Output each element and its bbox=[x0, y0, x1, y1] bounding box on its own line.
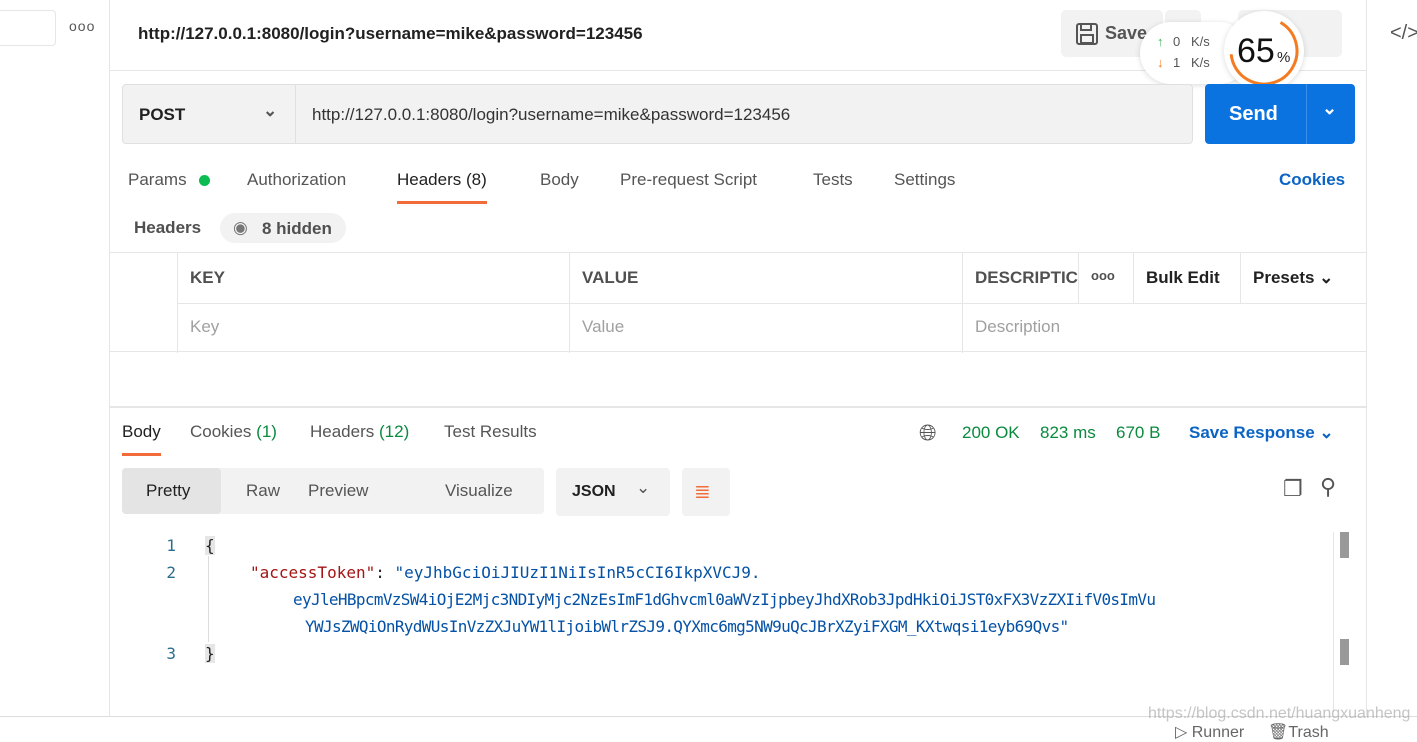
params-status-dot bbox=[199, 175, 210, 186]
trash-button[interactable]: 🗑︎Trash bbox=[1268, 722, 1329, 742]
description-input[interactable]: Description bbox=[962, 303, 1366, 353]
save-response-button[interactable]: Save Response ⌄ bbox=[1189, 423, 1334, 443]
colon: : bbox=[375, 563, 395, 582]
code-icon[interactable]: </> bbox=[1390, 22, 1417, 45]
hidden-count: 8 hidden bbox=[262, 219, 332, 238]
copy-icon[interactable]: ❐ bbox=[1283, 476, 1303, 502]
download-unit: K/s bbox=[1191, 55, 1210, 70]
column-key: KEY bbox=[177, 253, 569, 303]
scroll-track bbox=[1333, 532, 1334, 712]
line-number: 3 bbox=[166, 644, 176, 663]
upload-speed: 0 bbox=[1173, 34, 1181, 49]
eye-icon: ◉ bbox=[233, 218, 248, 237]
chevron-down-icon: ⌄ bbox=[1319, 268, 1334, 287]
tab-settings[interactable]: Settings bbox=[894, 170, 955, 190]
runner-button[interactable]: ▷ Runner bbox=[1175, 722, 1244, 742]
key-input[interactable]: Key bbox=[177, 303, 569, 353]
json-value-cont: YWJsZWQiOnRydWUsInVzZXJuYW1lIjoibWlrZSJ9… bbox=[305, 617, 1069, 636]
label: Trash bbox=[1288, 724, 1329, 741]
response-divider[interactable] bbox=[110, 406, 1366, 408]
indent-guide bbox=[208, 556, 209, 642]
presets-dropdown[interactable]: Presets ⌄ bbox=[1240, 253, 1366, 303]
search-icon[interactable]: ⚲ bbox=[1320, 474, 1336, 500]
chevron-down-icon: ⌄ bbox=[636, 478, 651, 497]
tab-headers[interactable]: Headers (8) bbox=[397, 170, 487, 204]
line-number: 2 bbox=[166, 563, 176, 582]
view-pretty[interactable]: Pretty bbox=[146, 481, 190, 501]
gauge-unit: % bbox=[1277, 49, 1291, 66]
close-brace: } bbox=[205, 644, 215, 663]
label: Cookies bbox=[190, 422, 252, 441]
url-input[interactable]: http://127.0.0.1:8080/login?username=mik… bbox=[295, 84, 1193, 144]
divider bbox=[1306, 84, 1307, 144]
chevron-down-icon: ⌄ bbox=[263, 101, 278, 120]
status-code[interactable]: 200 OK bbox=[962, 423, 1020, 443]
download-speed: 1 bbox=[1173, 55, 1181, 70]
response-tab-test-results[interactable]: Test Results bbox=[444, 422, 537, 442]
send-button[interactable]: Send ⌄ bbox=[1205, 84, 1355, 144]
request-title[interactable]: http://127.0.0.1:8080/login?username=mik… bbox=[138, 24, 643, 44]
view-preview[interactable]: Preview bbox=[308, 481, 368, 501]
view-raw[interactable]: Raw bbox=[246, 481, 280, 501]
json-value-cont: eyJleHBpcmVzSW4iOjE2Mjc3NDIyMjc2NzEsImF1… bbox=[293, 590, 1156, 609]
globe-icon[interactable]: 🌐︎ bbox=[919, 420, 937, 446]
line-number: 1 bbox=[166, 536, 176, 555]
cookies-link[interactable]: Cookies bbox=[1279, 170, 1345, 190]
scrollbar-thumb[interactable] bbox=[1340, 532, 1349, 558]
json-key: "accessToken" bbox=[250, 563, 376, 582]
format-value: JSON bbox=[572, 483, 616, 500]
open-brace: { bbox=[205, 536, 215, 555]
count: (1) bbox=[256, 422, 277, 441]
response-tab-headers[interactable]: Headers (12) bbox=[310, 422, 409, 442]
tab-params[interactable]: Params bbox=[128, 170, 187, 190]
column-description: DESCRIPTIC bbox=[962, 253, 1078, 303]
label: Runner bbox=[1191, 724, 1245, 741]
cpu-gauge: 65 % bbox=[1224, 11, 1304, 91]
response-size[interactable]: 670 B bbox=[1116, 423, 1160, 443]
hidden-headers-toggle[interactable]: ◉ 8 hidden bbox=[220, 213, 346, 243]
table-more-button[interactable]: ooo bbox=[1078, 253, 1133, 303]
sidebar: ooo bbox=[0, 0, 110, 716]
response-tab-body[interactable]: Body bbox=[122, 422, 161, 456]
view-mode-group: Pretty Raw Preview Visualize bbox=[122, 468, 544, 514]
format-select[interactable]: JSON ⌄ bbox=[556, 468, 670, 516]
wrap-lines-button[interactable]: ≣ bbox=[682, 468, 730, 516]
watermark: https://blog.csdn.net/huangxuanheng bbox=[1148, 705, 1411, 722]
upload-unit: K/s bbox=[1191, 34, 1210, 49]
method-value: POST bbox=[139, 105, 186, 124]
tab-pre-request-script[interactable]: Pre-request Script bbox=[620, 170, 757, 190]
json-value: "eyJhbGciOiJIUzI1NiIsInR5cCI6IkpXVCJ9. bbox=[394, 563, 761, 582]
save-label: Save bbox=[1105, 23, 1148, 43]
sidebar-more-button[interactable]: ooo bbox=[69, 18, 95, 34]
sidebar-search-box[interactable] bbox=[0, 10, 56, 46]
value-input[interactable]: Value bbox=[569, 303, 962, 353]
right-panel-divider bbox=[1366, 0, 1367, 716]
method-select[interactable]: POST ⌄ bbox=[122, 84, 296, 144]
tab-tests[interactable]: Tests bbox=[813, 170, 853, 190]
view-visualize[interactable]: Visualize bbox=[445, 481, 513, 501]
gauge-value: 65 bbox=[1237, 32, 1275, 70]
label: Save Response bbox=[1189, 423, 1315, 442]
label: Headers bbox=[310, 422, 375, 441]
headers-label: Headers bbox=[134, 218, 202, 237]
download-arrow-icon: ↓ bbox=[1157, 55, 1164, 70]
column-value: VALUE bbox=[569, 253, 962, 303]
send-label: Send bbox=[1229, 103, 1278, 125]
tab-authorization[interactable]: Authorization bbox=[247, 170, 346, 190]
response-time[interactable]: 823 ms bbox=[1040, 423, 1096, 443]
upload-arrow-icon: ↑ bbox=[1157, 34, 1164, 49]
response-tab-cookies[interactable]: Cookies (1) bbox=[190, 422, 277, 442]
tab-body[interactable]: Body bbox=[540, 170, 579, 190]
count: (12) bbox=[379, 422, 410, 441]
save-icon bbox=[1076, 23, 1098, 45]
send-dropdown-chevron-icon[interactable]: ⌄ bbox=[1322, 98, 1337, 119]
bulk-edit-button[interactable]: Bulk Edit bbox=[1133, 253, 1240, 303]
presets-label: Presets bbox=[1253, 268, 1315, 287]
json-line: "accessToken": "eyJhbGciOiJIUzI1NiIsInR5… bbox=[250, 563, 761, 582]
headers-table: KEY VALUE DESCRIPTIC ooo Bulk Edit Prese… bbox=[110, 252, 1366, 353]
scrollbar-thumb[interactable] bbox=[1340, 639, 1349, 665]
